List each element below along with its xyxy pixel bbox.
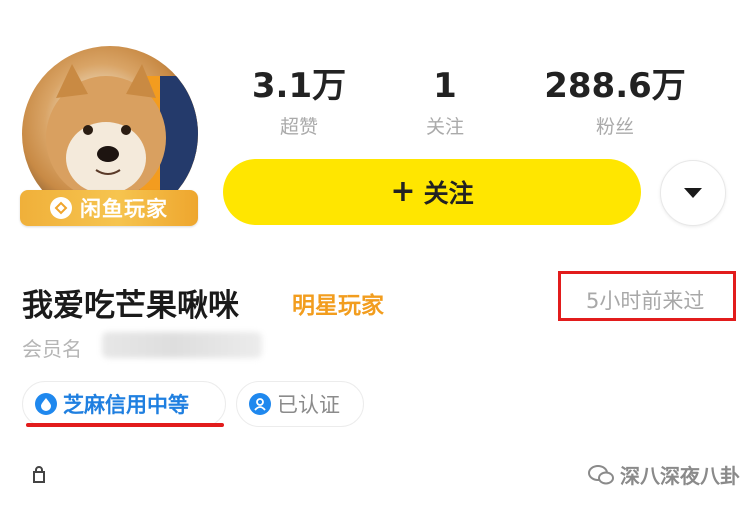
star-player-tag[interactable]: 明星玩家 xyxy=(292,286,384,320)
stat-likes[interactable]: 3.1万 超赞 xyxy=(224,66,374,138)
highlight-underline xyxy=(26,423,224,427)
stat-followers-label: 粉丝 xyxy=(595,116,634,138)
verified-icon xyxy=(249,393,271,415)
bag-icon[interactable] xyxy=(32,466,46,489)
xianyu-icon xyxy=(50,197,72,219)
follow-label: 关注 xyxy=(423,179,474,208)
avatar-badge: 闲鱼玩家 xyxy=(20,190,198,226)
follow-button[interactable]: + 关注 xyxy=(223,159,641,225)
watermark-label: 深八深夜八卦 xyxy=(620,464,740,488)
verified-tag-label: 已认证 xyxy=(277,393,340,417)
member-name-label: 会员名 xyxy=(22,337,82,361)
sesame-credit-icon xyxy=(35,393,57,415)
verified-tag[interactable]: 已认证 xyxy=(236,381,364,427)
username: 我爱吃芒果啾咪 xyxy=(22,288,239,324)
stat-followers-value: 288.6万 xyxy=(544,66,686,106)
stat-following[interactable]: 1 关注 xyxy=(370,66,520,138)
plus-icon: + xyxy=(390,174,416,209)
last-seen-text: 5小时前来过 xyxy=(586,289,705,313)
stat-likes-label: 超赞 xyxy=(279,116,318,138)
wechat-icon xyxy=(588,464,614,484)
credit-tag-label: 芝麻信用中等 xyxy=(63,393,189,417)
member-name-redacted xyxy=(102,332,262,358)
watermark: 深八深夜八卦 xyxy=(588,460,740,489)
stat-followers[interactable]: 288.6万 粉丝 xyxy=(540,66,690,138)
avatar-badge-label: 闲鱼玩家 xyxy=(80,197,168,221)
credit-tag[interactable]: 芝麻信用中等 xyxy=(22,381,226,427)
stat-likes-value: 3.1万 xyxy=(251,66,347,106)
more-options-button[interactable] xyxy=(660,160,726,226)
chevron-down-icon xyxy=(684,188,702,198)
stat-following-value: 1 xyxy=(433,66,457,106)
stat-following-label: 关注 xyxy=(425,116,464,138)
